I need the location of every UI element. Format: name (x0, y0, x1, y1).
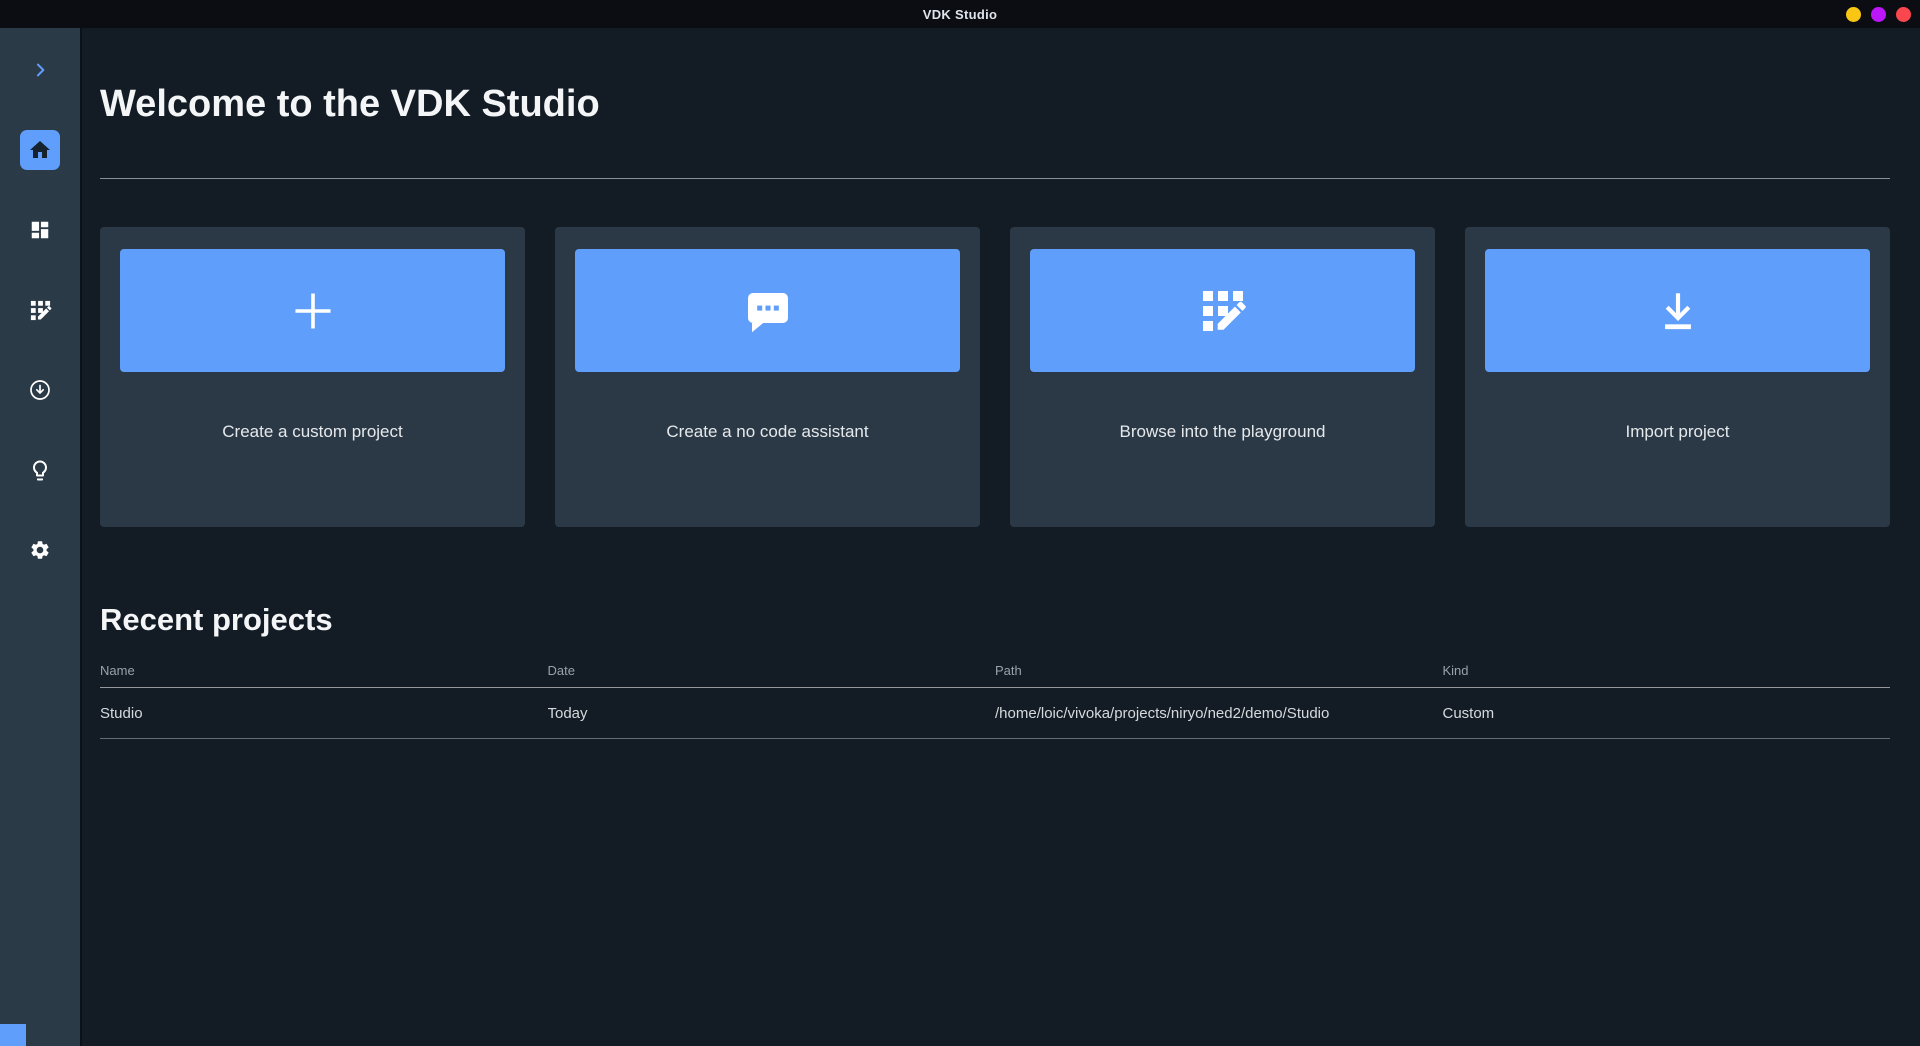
import-project-card[interactable]: Import project (1465, 227, 1890, 527)
sidebar (0, 28, 82, 1046)
sidebar-item-dashboard[interactable] (28, 218, 52, 242)
card-label: Create a custom project (222, 422, 403, 441)
page-title: Welcome to the VDK Studio (100, 83, 600, 125)
grid-edit-icon (30, 300, 51, 320)
app-window: Welcome to the VDK Studio Create a custo… (0, 28, 1920, 1046)
grid-edit-icon (1202, 290, 1246, 331)
project-name-cell: Studio (100, 705, 143, 722)
download-arrow-icon (1664, 292, 1691, 329)
card-banner (1030, 249, 1415, 372)
sidebar-item-downloads[interactable] (28, 378, 52, 402)
create-no-code-assistant-card[interactable]: Create a no code assistant (555, 227, 980, 527)
card-label: Create a no code assistant (666, 422, 869, 441)
create-custom-project-card[interactable]: Create a custom project (100, 227, 525, 527)
dashboard-icon (31, 221, 49, 239)
sidebar-bottom-accent (0, 1024, 26, 1046)
sidebar-item-home[interactable] (20, 130, 60, 170)
minimize-button[interactable] (1846, 6, 1861, 22)
heading-divider (100, 178, 1890, 179)
sidebar-item-ideas[interactable] (28, 458, 52, 482)
recent-projects-title: Recent projects (100, 602, 333, 637)
column-header-date: Date (547, 663, 575, 678)
card-banner (1485, 249, 1870, 372)
card-banner (575, 249, 960, 372)
titlebar: VDK Studio (0, 0, 1920, 28)
action-cards: Create a custom project Create a no code… (100, 227, 1890, 527)
project-path-cell: /home/loic/vivoka/projects/niryo/ned2/de… (995, 705, 1330, 722)
home-icon (30, 141, 50, 158)
sidebar-expand-button[interactable] (28, 58, 52, 82)
main-content: Welcome to the VDK Studio Create a custo… (82, 28, 1920, 1046)
download-circle-icon (30, 380, 50, 400)
close-button[interactable] (1896, 6, 1911, 22)
lightbulb-icon (33, 460, 47, 480)
column-header-name: Name (100, 663, 135, 678)
project-kind-cell: Custom (1442, 705, 1495, 722)
recent-projects-table: Name Date Path Kind Studio Today /home/l… (100, 657, 1890, 739)
card-banner (120, 249, 505, 372)
maximize-button[interactable] (1871, 6, 1886, 22)
chat-bubble-icon (747, 292, 788, 332)
plus-icon (294, 292, 331, 329)
window-controls (1846, 0, 1911, 28)
table-row[interactable]: Studio Today /home/loic/vivoka/projects/… (100, 688, 1890, 739)
project-date-cell: Today (547, 705, 588, 722)
table-header-row: Name Date Path Kind (100, 657, 1890, 688)
settings-gear-icon (31, 541, 49, 559)
column-header-kind: Kind (1442, 663, 1469, 678)
window-title: VDK Studio (922, 6, 998, 22)
column-header-path: Path (995, 663, 1022, 678)
browse-playground-card[interactable]: Browse into the playground (1010, 227, 1435, 527)
card-label: Import project (1625, 422, 1730, 441)
sidebar-item-settings[interactable] (28, 538, 52, 562)
card-label: Browse into the playground (1119, 422, 1326, 441)
chevron-right-icon (36, 63, 45, 77)
sidebar-item-playground[interactable] (28, 298, 52, 322)
